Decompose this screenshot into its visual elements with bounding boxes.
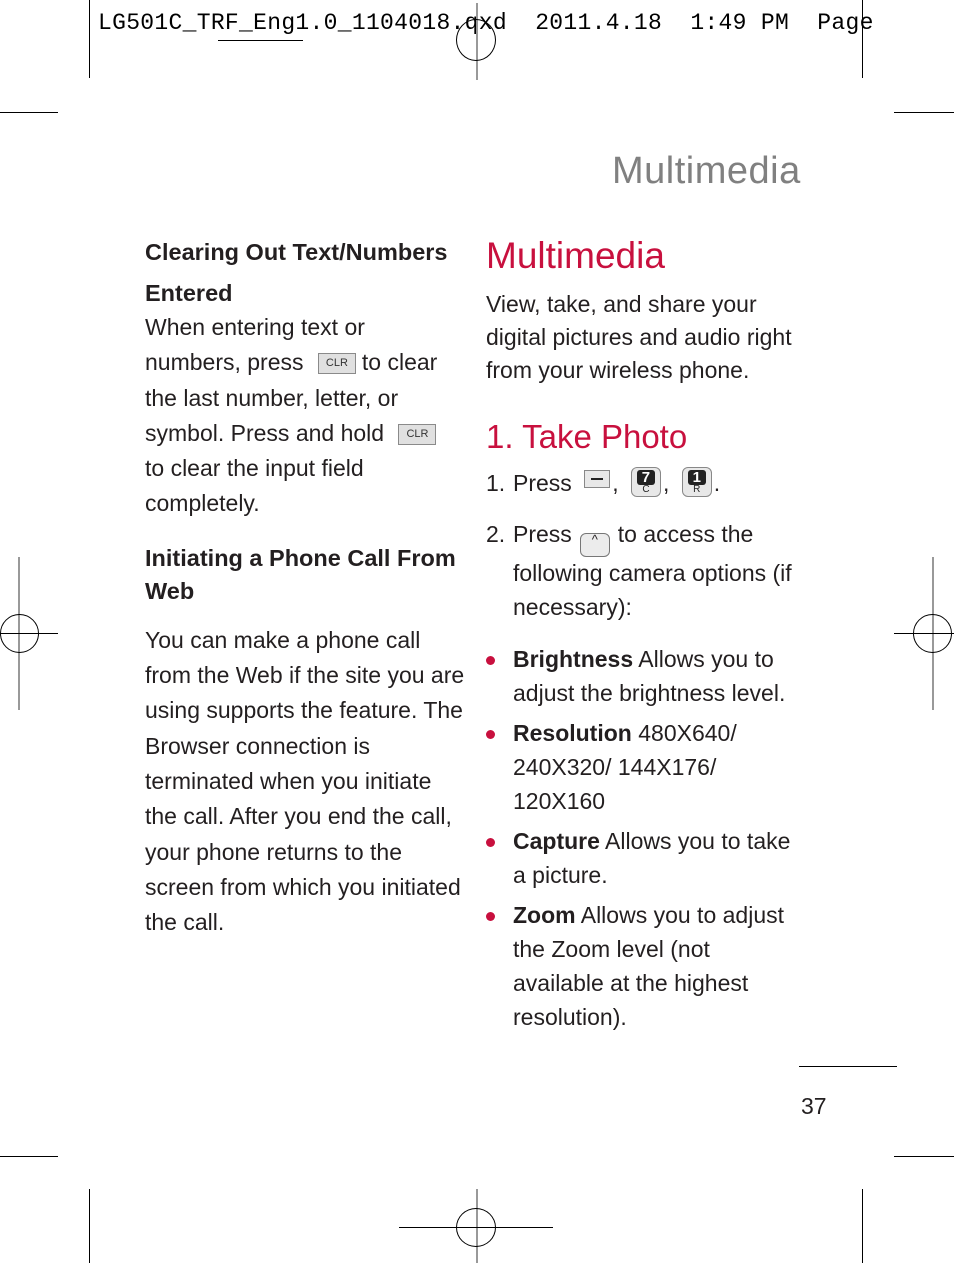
subsection-title: 1. Take Photo xyxy=(486,418,688,455)
step-number: 1. xyxy=(486,470,506,496)
list-item: Zoom Allows you to adjust the Zoom level… xyxy=(486,898,806,1034)
registration-line xyxy=(218,40,303,41)
slug-date: 2011.4.18 xyxy=(535,10,663,36)
crop-mark xyxy=(894,112,954,113)
registration-mark-icon xyxy=(913,614,952,653)
intro-text: View, take, and share your digital pictu… xyxy=(486,291,792,383)
slug-page-label: Page xyxy=(817,10,874,36)
key-letter: C xyxy=(642,484,650,495)
key-letter: R xyxy=(693,484,701,495)
crop-mark xyxy=(0,1156,58,1157)
footer-rule xyxy=(799,1066,897,1067)
key-1-icon: 1R xyxy=(681,467,712,497)
option-term: Resolution xyxy=(513,720,632,746)
list-item: Brightness Allows you to adjust the brig… xyxy=(486,642,806,710)
section-text-clearing: When entering text or numbers, press CLR… xyxy=(145,310,465,522)
up-key-icon: ^ xyxy=(579,533,610,557)
key-digit: 7 xyxy=(636,470,655,485)
key-digit: 1 xyxy=(687,470,706,485)
step-2: 2. Press ^ to access the following camera … xyxy=(486,518,806,624)
crop-mark xyxy=(862,0,863,78)
crop-mark xyxy=(894,1156,954,1157)
bullet-icon xyxy=(486,656,495,665)
bullet-icon xyxy=(486,838,495,847)
section-heading-web-call: Initiating a Phone Call From Web xyxy=(145,544,456,604)
page-title: Multimedia xyxy=(486,235,665,276)
page-number: 37 xyxy=(801,1093,827,1119)
slug-filename: LG501C_TRF_Eng1.0_1104018.qxd xyxy=(98,10,507,36)
clr-key-icon: CLR xyxy=(398,423,437,445)
left-column: Clearing Out Text/Numbers Entered When e… xyxy=(145,232,465,940)
crop-mark xyxy=(89,1189,90,1263)
slug-time: 1:49 PM xyxy=(690,10,790,36)
section-text-web-call: You can make a phone call from the Web i… xyxy=(145,626,465,936)
menu-key-icon xyxy=(584,470,611,488)
list-item: Resolution 480X640/ 240X320/ 144X176/ 12… xyxy=(486,716,806,818)
crop-mark xyxy=(0,112,58,113)
bullet-icon xyxy=(486,912,495,921)
list-item: Capture Allows you to take a picture. xyxy=(486,824,806,892)
option-term: Zoom xyxy=(513,902,576,928)
crop-mark xyxy=(89,0,90,78)
crop-mark xyxy=(862,1189,863,1263)
option-term: Brightness xyxy=(513,646,634,672)
section-heading-clearing: Clearing Out Text/Numbers Entered xyxy=(145,239,448,306)
bullet-icon xyxy=(486,730,495,739)
clr-key-icon: CLR xyxy=(317,353,356,375)
key-7-icon: 7C xyxy=(630,467,661,497)
step-prefix: Press xyxy=(513,521,572,547)
step-number: 2. xyxy=(486,521,506,547)
text-part: to clear the input field completely. xyxy=(145,455,364,517)
registration-mark-icon xyxy=(456,19,496,61)
step-prefix: Press xyxy=(513,470,572,496)
option-term: Capture xyxy=(513,828,600,854)
registration-mark-icon xyxy=(456,1208,496,1247)
camera-options-list: Brightness Allows you to adjust the brig… xyxy=(486,642,806,1034)
step-1: 1. Press , 7C, 1R. xyxy=(486,467,806,500)
registration-mark-icon xyxy=(0,614,39,653)
right-column: Multimedia View, take, and share your di… xyxy=(486,232,806,1040)
running-head: Multimedia xyxy=(612,150,801,192)
